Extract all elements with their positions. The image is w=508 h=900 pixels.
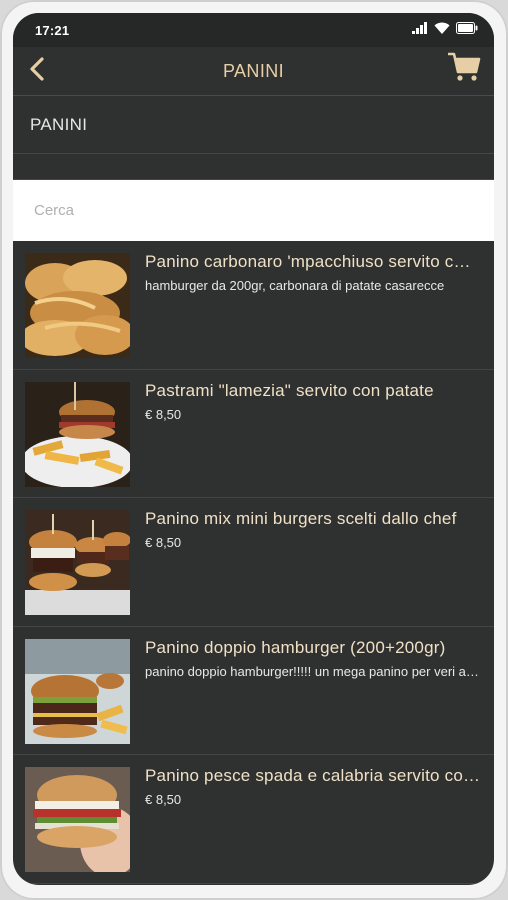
product-text: Panino mix mini burgers scelti dallo che… [145, 508, 480, 552]
back-button[interactable] [21, 55, 53, 87]
product-item[interactable]: Pastrami "lamezia" servito con patate € … [13, 370, 494, 498]
app-bar: PANINI [13, 47, 494, 96]
search-input[interactable] [34, 202, 494, 219]
wifi-icon [434, 21, 450, 39]
product-image [25, 381, 130, 487]
product-text: Panino carbonaro 'mpacchiuso servito con… [145, 251, 480, 295]
product-image [25, 767, 130, 872]
device-frame: 17:21 PANINI PANINI Cerca Panino carbona… [0, 0, 508, 900]
product-text: Panino pesce spada e calabria servito co… [145, 765, 480, 809]
status-icons [412, 21, 478, 39]
cart-button[interactable] [444, 51, 484, 87]
product-name: Panino mix mini burgers scelti dallo che… [145, 509, 457, 528]
product-image [25, 510, 130, 615]
product-item[interactable]: Panino pesce spada e calabria servito co… [13, 755, 494, 884]
product-price: € 8,50 [145, 792, 182, 807]
product-text: Pastrami "lamezia" servito con patate € … [145, 380, 480, 424]
signal-icon [412, 21, 428, 39]
product-price: € 8,50 [145, 535, 182, 550]
product-name: Panino carbonaro 'mpacchiuso servito con… [145, 252, 480, 271]
product-name: Panino doppio hamburger (200+200gr) [145, 637, 446, 657]
category-label: PANINI [30, 114, 88, 134]
product-name: Panino pesce spada e calabria servito co… [145, 766, 480, 785]
product-image [25, 638, 130, 744]
battery-icon [456, 21, 478, 39]
product-description: panino doppio hamburger!!!!! un mega pan… [145, 663, 480, 679]
product-description: hamburger da 200gr, carbonara di patate … [145, 278, 445, 293]
product-list: Panino carbonaro 'mpacchiuso servito con… [13, 241, 494, 884]
product-item[interactable]: Panino doppio hamburger (200+200gr) pani… [13, 627, 494, 755]
category-row[interactable]: PANINI [13, 96, 494, 154]
chevron-left-icon [28, 56, 46, 87]
status-bar: 17:21 [13, 13, 494, 47]
divider [13, 154, 494, 180]
page-title: PANINI [222, 60, 285, 81]
search-bar [13, 180, 494, 241]
app-screen: 17:21 PANINI PANINI Cerca Panino carbona… [13, 13, 494, 885]
product-item[interactable]: Panino mix mini burgers scelti dallo che… [13, 498, 494, 627]
status-time: 17:21 [35, 22, 70, 38]
product-image [25, 253, 130, 358]
shopping-cart-icon [447, 51, 481, 88]
product-name: Pastrami "lamezia" servito con patate [145, 380, 434, 400]
product-price: € 8,50 [145, 406, 182, 422]
product-item[interactable]: Panino carbonaro 'mpacchiuso servito con… [13, 241, 494, 370]
product-text: Panino doppio hamburger (200+200gr) pani… [145, 637, 480, 681]
